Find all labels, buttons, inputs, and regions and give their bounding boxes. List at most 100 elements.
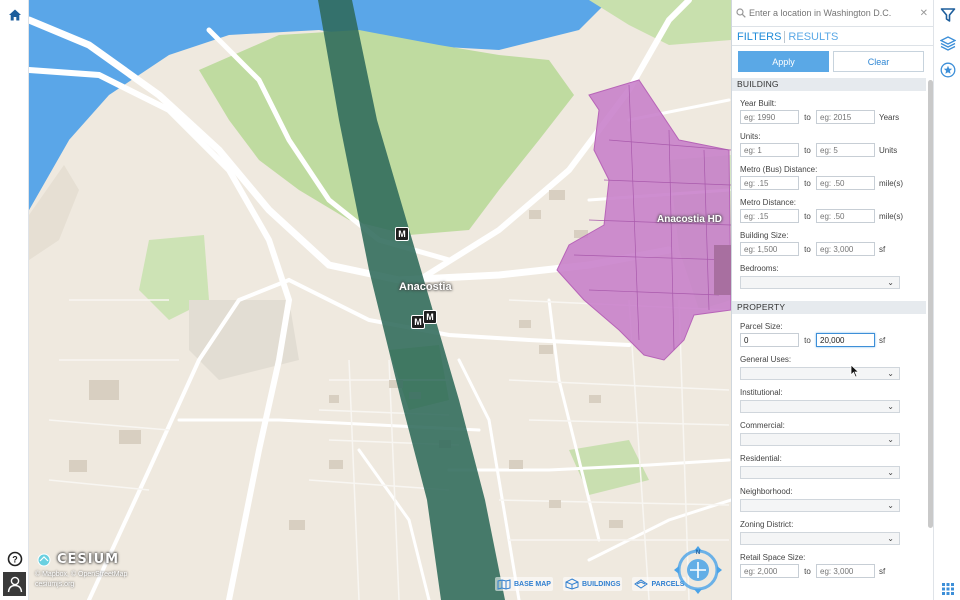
chevron-down-icon: ⌄ — [887, 468, 894, 477]
chevron-down-icon: ⌄ — [887, 501, 894, 510]
help-icon[interactable]: ? — [4, 548, 25, 569]
metro-bus-distance-filter: Metro (Bus) Distance: to mile(s) — [732, 165, 926, 190]
map-label-historic-district: Anacostia HD — [657, 214, 723, 225]
chevron-down-icon: ⌄ — [887, 402, 894, 411]
unit-label: Units — [879, 145, 898, 155]
retail-space-min-input[interactable] — [740, 564, 799, 578]
to-label: to — [804, 145, 811, 155]
to-label: to — [804, 566, 811, 576]
year-built-filter: Year Built: to Years — [732, 99, 926, 124]
map-credits[interactable]: © Mapbox, © OpenStreetMap cesiumjs.org — [35, 570, 127, 590]
filter-actions: Apply Clear — [732, 46, 933, 78]
cesium-wordmark: CESIUM — [57, 552, 120, 567]
home-icon[interactable] — [4, 4, 25, 25]
to-label: to — [804, 178, 811, 188]
right-rail — [933, 0, 960, 600]
metro-max-input[interactable] — [816, 209, 875, 223]
credit-line: cesiumjs.org — [35, 581, 75, 588]
zoning-district-select[interactable]: ⌄ — [740, 532, 900, 545]
map-icon — [497, 578, 511, 590]
filters-scroll-area[interactable]: BUILDING Year Built: to Years Units: to … — [732, 78, 926, 600]
credit-line: © Mapbox, © OpenStreetMap — [35, 571, 128, 578]
apply-button[interactable]: Apply — [738, 51, 829, 72]
building-size-min-input[interactable] — [740, 242, 799, 256]
unit-label: mile(s) — [879, 178, 903, 188]
institutional-select[interactable]: ⌄ — [740, 400, 900, 413]
unit-label: sf — [879, 244, 886, 254]
compass-north-label: N — [696, 550, 700, 556]
field-label: Year Built: — [740, 99, 777, 108]
cesium-logo-icon — [37, 553, 51, 566]
section-property: PROPERTY — [732, 301, 926, 314]
navigation-compass[interactable]: N — [673, 545, 723, 595]
year-built-max-input[interactable] — [816, 110, 875, 124]
parcel-size-min-input[interactable] — [740, 333, 799, 347]
bedrooms-filter: Bedrooms: ⌄ — [732, 264, 926, 289]
metro-station-marker[interactable]: M — [395, 227, 409, 241]
tab-divider — [784, 30, 786, 43]
metro-station-marker[interactable]: M — [423, 310, 437, 324]
field-label: Residential: — [740, 454, 782, 463]
building-size-filter: Building Size: to sf — [732, 231, 926, 256]
svg-text:?: ? — [12, 554, 18, 564]
residential-select[interactable]: ⌄ — [740, 466, 900, 479]
commercial-filter: Commercial: ⌄ — [732, 421, 926, 446]
commercial-select[interactable]: ⌄ — [740, 433, 900, 446]
residential-filter: Residential: ⌄ — [732, 454, 926, 479]
search-input[interactable] — [749, 8, 919, 18]
building-size-max-input[interactable] — [816, 242, 875, 256]
cesium-logo[interactable]: CESIUM — [35, 552, 119, 567]
apps-grid-icon[interactable] — [937, 578, 958, 599]
to-label: to — [804, 335, 811, 345]
section-building: BUILDING — [732, 78, 926, 91]
year-built-min-input[interactable] — [740, 110, 799, 124]
metro-min-input[interactable] — [740, 209, 799, 223]
metro-bus-min-input[interactable] — [740, 176, 799, 190]
field-label: Building Size: — [740, 231, 789, 240]
field-label: Retail Space Size: — [740, 553, 806, 562]
neighborhood-select[interactable]: ⌄ — [740, 499, 900, 512]
map-label-anacostia: Anacostia — [399, 281, 452, 293]
zoning-district-filter: Zoning District: ⌄ — [732, 520, 926, 545]
parcel-size-max-input[interactable] — [816, 333, 875, 347]
map-basemap — [29, 0, 731, 600]
field-label: Units: — [740, 132, 761, 141]
clear-search-icon[interactable]: ✕ — [920, 8, 928, 19]
tab-results[interactable]: RESULTS — [788, 29, 841, 45]
user-icon[interactable] — [3, 572, 26, 596]
chevron-down-icon: ⌄ — [887, 435, 894, 444]
buildings-toggle[interactable]: BUILDINGS — [562, 577, 623, 591]
tab-filters[interactable]: FILTERS — [737, 29, 784, 45]
retail-space-size-filter: Retail Space Size: to sf — [732, 553, 926, 578]
layer-toggles: BASE MAP BUILDINGS PARCELS — [495, 577, 687, 591]
unit-label: Years — [879, 112, 900, 122]
parcel-size-filter: Parcel Size: to sf — [732, 322, 926, 347]
buildings-label: BUILDINGS — [581, 580, 621, 588]
base-map-toggle[interactable]: BASE MAP — [495, 577, 553, 591]
search-bar: ✕ — [732, 0, 933, 27]
unit-label: mile(s) — [879, 211, 903, 221]
units-min-input[interactable] — [740, 143, 799, 157]
units-max-input[interactable] — [816, 143, 875, 157]
metro-bus-max-input[interactable] — [816, 176, 875, 190]
to-label: to — [804, 244, 811, 254]
favorites-star-icon[interactable] — [937, 59, 958, 80]
bedrooms-select[interactable]: ⌄ — [740, 276, 900, 289]
units-filter: Units: to Units — [732, 132, 926, 157]
map-view[interactable]: M M M Anacostia Anacostia HD CESIUM © Ma… — [29, 0, 731, 600]
compass-icon: N — [674, 546, 722, 594]
filter-icon[interactable] — [937, 4, 958, 25]
field-label: Parcel Size: — [740, 322, 783, 331]
clear-button[interactable]: Clear — [833, 51, 924, 72]
parcel-icon — [634, 579, 649, 589]
neighborhood-filter: Neighborhood: ⌄ — [732, 487, 926, 512]
layers-icon[interactable] — [937, 32, 958, 53]
field-label: Metro Distance: — [740, 198, 797, 207]
unit-label: sf — [879, 335, 886, 345]
field-label: General Uses: — [740, 355, 792, 364]
left-rail: ? — [0, 0, 29, 600]
general-uses-select[interactable]: ⌄ — [740, 367, 900, 380]
retail-space-max-input[interactable] — [816, 564, 875, 578]
to-label: to — [804, 112, 811, 122]
field-label: Institutional: — [740, 388, 783, 397]
